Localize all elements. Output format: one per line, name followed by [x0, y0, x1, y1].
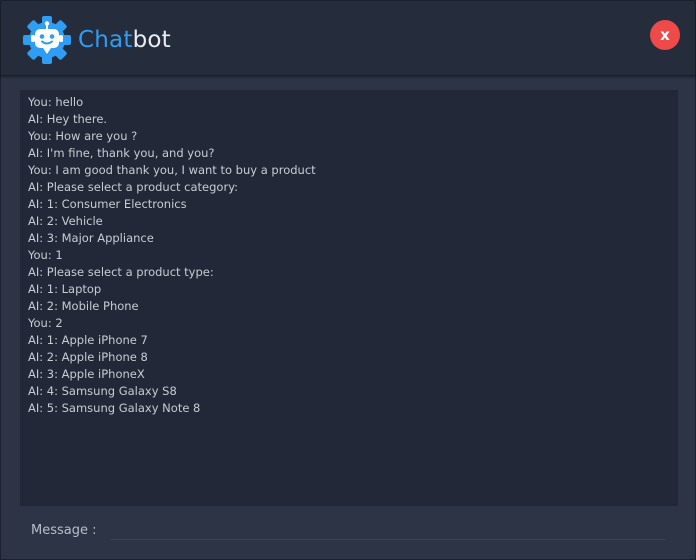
app-title-bot: bot: [132, 27, 171, 53]
chat-line: AI: 4: Samsung Galaxy S8: [28, 384, 177, 398]
message-label: Message :: [31, 523, 97, 538]
chat-line: AI: 3: Major Appliance: [28, 231, 154, 245]
app-title: Chatbot: [78, 26, 171, 54]
chat-line: You: How are you ?: [28, 129, 138, 143]
chat-line: AI: 1: Consumer Electronics: [28, 197, 187, 211]
chat-line: You: I am good thank you, I want to buy …: [28, 163, 316, 177]
chat-line: AI: Please select a product category:: [28, 180, 239, 194]
chat-line: AI: I'm fine, thank you, and you?: [28, 146, 215, 160]
chat-line: AI: 5: Samsung Galaxy Note 8: [28, 401, 201, 415]
chat-line: AI: 2: Apple iPhone 8: [28, 350, 148, 364]
chat-line: You: 2: [28, 316, 63, 330]
chat-line: AI: Please select a product type:: [28, 265, 214, 279]
chat-line: AI: Hey there.: [28, 112, 108, 126]
chat-line: AI: 2: Mobile Phone: [28, 299, 139, 313]
close-button[interactable]: x: [650, 20, 680, 50]
chat-line: AI: 1: Apple iPhone 7: [28, 333, 148, 347]
chat-line: AI: 3: Apple iPhoneX: [28, 367, 145, 381]
title-bar: Chatbot x: [1, 1, 695, 76]
chat-line: You: 1: [28, 248, 63, 262]
robot-gear-icon: [23, 16, 71, 64]
app-title-chat: Chat: [78, 27, 133, 53]
chat-line: AI: 2: Vehicle: [28, 214, 103, 228]
chat-line: You: hello: [28, 95, 84, 109]
message-input[interactable]: [111, 518, 665, 540]
chat-history[interactable]: You: hello AI: Hey there. You: How are y…: [20, 90, 678, 506]
chat-line: AI: 1: Laptop: [28, 282, 102, 296]
chatbot-window: Chatbot x You: hello AI: Hey there. You:…: [0, 0, 696, 560]
